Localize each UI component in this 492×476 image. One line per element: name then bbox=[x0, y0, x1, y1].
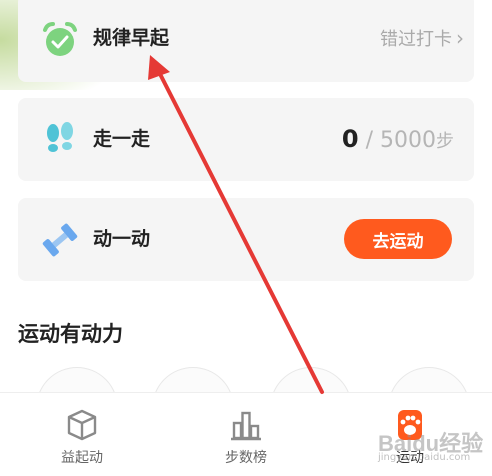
annotation-arrow bbox=[148, 55, 324, 394]
